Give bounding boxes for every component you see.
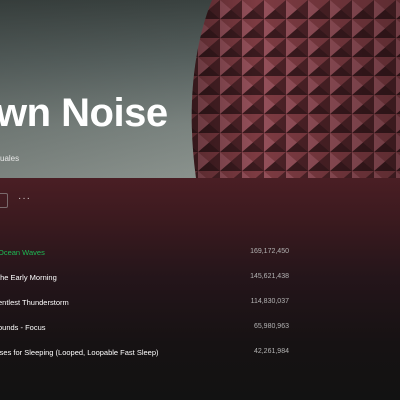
track-row[interactable]: ounds - Focus 65,980,963 bbox=[0, 316, 400, 341]
track-title[interactable]: entlest Thunderstorm bbox=[0, 298, 69, 307]
track-title[interactable]: the Early Morning bbox=[0, 273, 57, 282]
track-row[interactable]: Ocean Waves 169,172,450 bbox=[0, 241, 400, 266]
more-options-button[interactable]: ··· bbox=[18, 192, 31, 206]
track-title[interactable]: ises for Sleeping (Looped, Loopable Fast… bbox=[0, 348, 159, 357]
track-play-count: 145,621,438 bbox=[250, 273, 289, 280]
track-play-count: 65,980,963 bbox=[253, 323, 289, 330]
track-row[interactable]: entlest Thunderstorm 114,830,037 bbox=[0, 291, 400, 316]
track-play-count: 42,261,984 bbox=[253, 348, 289, 355]
page-title: wn Noise bbox=[0, 91, 168, 135]
album-cover-image bbox=[191, 0, 400, 178]
follow-button[interactable] bbox=[0, 193, 8, 208]
track-play-count: 169,172,450 bbox=[250, 248, 289, 255]
track-title[interactable]: Ocean Waves bbox=[0, 248, 45, 257]
track-row[interactable]: the Early Morning 145,621,438 bbox=[0, 266, 400, 291]
track-row[interactable]: ises for Sleeping (Looped, Loopable Fast… bbox=[0, 341, 400, 366]
track-play-count: 114,830,037 bbox=[250, 298, 289, 305]
artist-name[interactable]: uales bbox=[0, 154, 19, 163]
dome-structure bbox=[191, 0, 400, 178]
track-title[interactable]: ounds - Focus bbox=[0, 323, 46, 332]
album-header: wn Noise uales bbox=[0, 0, 400, 178]
